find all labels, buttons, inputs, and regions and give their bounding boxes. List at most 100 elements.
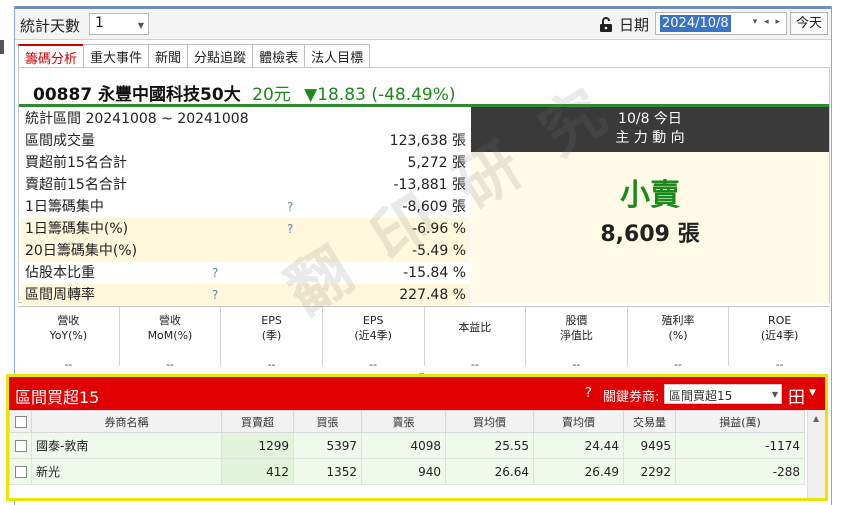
cell-net: 1299 (221, 432, 294, 459)
key-broker-label: 關鍵券商: (603, 390, 660, 405)
broker-table: 券商名稱 買賣超 買張 賣張 買均價 賣均價 交易量 損益(萬) 國泰-敦南 1… (9, 410, 805, 485)
days-select[interactable]: 1 ▼ (89, 13, 149, 35)
broker-panel-header: 區間買超15 ? 關鍵券商: 區間買超15 ▼ 田 ▼ (9, 377, 825, 410)
col-buy[interactable]: 買張 (293, 410, 362, 433)
stat-label: 1日籌碼集中(%) (25, 221, 129, 237)
date-value: 2024/10/8 (660, 15, 731, 32)
metric-sublabel: YoY(%) (49, 329, 88, 342)
cell-sell-avg: 24.44 (533, 432, 624, 459)
metric-value: -- (674, 358, 683, 371)
today-button[interactable]: 今天 (790, 12, 828, 35)
metric-value: -- (64, 358, 73, 371)
broker-name[interactable]: 新光 (31, 458, 222, 485)
days-select-value: 1 (95, 15, 104, 31)
unlock-icon[interactable] (599, 17, 613, 33)
tab-bar: 籌碼分析 重大事件 新聞 分點追蹤 體檢表 法人目標 (18, 44, 371, 67)
row-checkbox[interactable] (9, 458, 32, 485)
stat-label: 20日籌碼集中(%) (25, 243, 138, 259)
metric-label: 殖利率 (661, 314, 695, 327)
stat-label: 1日籌碼集中 (25, 199, 104, 215)
left-edge-marker (0, 40, 4, 54)
metric-value: -- (165, 358, 174, 371)
chevron-down-icon[interactable]: ▼ (809, 388, 816, 398)
tab-chip-analysis[interactable]: 籌碼分析 (18, 44, 85, 67)
metric-sublabel: 淨值比 (559, 329, 593, 342)
date-picker[interactable]: 2024/10/8 ▾ ◂ ▸ (655, 12, 787, 35)
help-icon[interactable]: ? (212, 284, 218, 306)
scroll-up-icon[interactable]: ▲ (813, 414, 819, 423)
col-sell-avg[interactable]: 賣均價 (533, 410, 624, 433)
col-buy-avg[interactable]: 買均價 (445, 410, 534, 433)
cell-pnl: -1174 (675, 432, 805, 459)
metric-value: -- (572, 358, 581, 371)
metric-sublabel: (近4季) (354, 329, 392, 342)
tab-branch-tracking[interactable]: 分點追蹤 (187, 44, 254, 67)
toolbar: 統計天數 1 ▼ 日期 2024/10/8 ▾ ◂ ▸ 今天 (15, 6, 831, 40)
date-nav-icon[interactable]: ▾ ◂ ▸ (753, 17, 782, 27)
tab-major-events[interactable]: 重大事件 (83, 44, 150, 67)
cell-sell-avg: 26.49 (533, 458, 624, 485)
help-icon[interactable]: ? (212, 262, 218, 284)
cell-buy: 1352 (293, 458, 362, 485)
metric-label: 本益比 (458, 321, 492, 334)
stat-row-period: 統計區間 20241008 ~ 20241008 (22, 108, 470, 130)
stat-label: 區間周轉率 (25, 287, 95, 303)
metric-value: -- (775, 358, 784, 371)
date-label: 日期 (619, 16, 650, 34)
cell-sell: 4098 (361, 432, 446, 459)
metric-sublabel: MoM(%) (147, 329, 193, 342)
metric-eps-4q: EPS (近4季) -- (323, 307, 425, 371)
metric-revenue-yoy: 營收 YoY(%) -- (18, 307, 120, 371)
metric-sublabel: (%) (668, 329, 688, 342)
metric-label: 營收 (158, 314, 181, 327)
cell-buy-avg: 26.64 (445, 458, 534, 485)
metric-sublabel: (近4季) (760, 329, 799, 342)
metric-label: 營收 (57, 314, 80, 327)
key-broker-select[interactable]: 區間買超15 ▼ (664, 384, 782, 404)
table-row[interactable]: 新光 412 1352 940 26.64 26.49 2292 -288 (9, 458, 805, 485)
cell-volume: 9495 (623, 432, 676, 459)
cell-sell: 940 (361, 458, 446, 485)
tab-institutional-target[interactable]: 法人目標 (304, 44, 371, 67)
grid-view-icon[interactable]: 田 (788, 383, 805, 408)
table-row[interactable]: 國泰-敦南 1299 5397 4098 25.55 24.44 9495 -1… (9, 432, 805, 459)
broker-name[interactable]: 國泰-敦南 (31, 432, 222, 459)
stat-label: 買超前15名合計 (25, 155, 127, 171)
col-volume[interactable]: 交易量 (623, 410, 676, 433)
metric-roe: ROE (近4季) -- (729, 307, 830, 371)
cell-net: 412 (221, 458, 294, 485)
col-net[interactable]: 買賣超 (221, 410, 294, 433)
metric-pb: 股價 淨值比 -- (526, 307, 628, 371)
table-header-row: 券商名稱 買賣超 買張 賣張 買均價 賣均價 交易量 損益(萬) (9, 410, 805, 433)
cell-buy: 5397 (293, 432, 362, 459)
cell-buy-avg: 25.55 (445, 432, 534, 459)
broker-panel-title: 區間買超15 (15, 388, 100, 407)
tab-news[interactable]: 新聞 (148, 44, 189, 67)
stat-label: 佔股本比重 (25, 265, 95, 281)
row-checkbox[interactable] (9, 432, 32, 459)
help-icon[interactable]: ? (585, 386, 592, 401)
stat-row-volume: 區間成交量 123,638 張 (22, 130, 470, 152)
col-pnl[interactable]: 損益(萬) (675, 410, 805, 433)
chevron-down-icon: ▼ (137, 21, 144, 30)
select-all-checkbox[interactable] (9, 410, 32, 433)
chevron-down-icon: ▼ (771, 390, 778, 399)
stat-row-turnover: 區間周轉率 ? 227.48 % (22, 284, 470, 306)
key-broker-value: 區間買超15 (669, 389, 733, 403)
stat-label: 賣超前15名合計 (25, 177, 127, 193)
cell-pnl: -288 (675, 458, 805, 485)
stat-label: 區間成交量 (25, 133, 95, 149)
main-force-amount: 8,609 張 (600, 222, 700, 247)
metric-value: -- (470, 358, 479, 371)
metric-sublabel: (季) (261, 329, 282, 342)
tab-health-check[interactable]: 體檢表 (252, 44, 306, 67)
col-sell[interactable]: 賣張 (361, 410, 446, 433)
col-broker-name[interactable]: 券商名稱 (31, 410, 222, 433)
metric-yield: 殖利率 (%) -- (628, 307, 730, 371)
metric-pe: 本益比 -- (425, 307, 527, 371)
cell-volume: 2292 (623, 458, 676, 485)
vertical-scrollbar[interactable]: ▲ (807, 410, 825, 498)
metric-label: ROE (768, 314, 792, 327)
stock-change: ▼18.83 (-48.49%) (304, 85, 456, 105)
help-icon[interactable]: ? (287, 196, 293, 218)
